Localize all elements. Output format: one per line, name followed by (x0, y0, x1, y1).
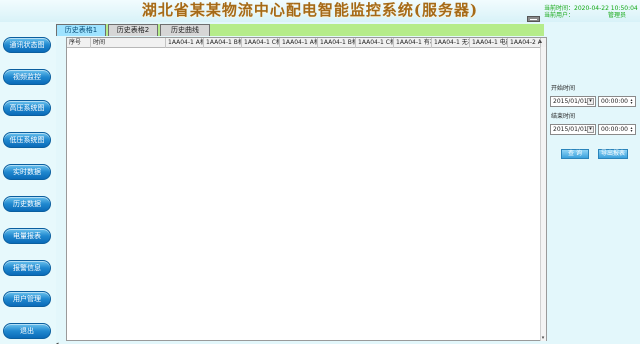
sidebar-item-realtime[interactable]: 实时数据 (3, 164, 51, 180)
sidebar-item-video[interactable]: 视频监控 (3, 69, 51, 85)
end-date-picker[interactable]: 2015/01/01 ▾ (550, 124, 596, 135)
filter-panel: 开始时间 2015/01/01 ▾ 00:00:00 ▴ ▾ 结束时间 2015/… (547, 37, 640, 344)
minimize-icon[interactable] (527, 16, 540, 22)
end-time-picker[interactable]: 00:00:00 ▴ ▾ (598, 124, 636, 135)
calendar-dropdown-icon[interactable]: ▾ (587, 98, 594, 105)
end-date-value: 2015/01/01 (553, 126, 588, 133)
tab-history-table-1[interactable]: 历史表格1 (56, 24, 106, 36)
calendar-dropdown-icon[interactable]: ▾ (587, 126, 594, 133)
column-header[interactable]: 1AA04-2 A相 (508, 38, 541, 48)
status-panel: 当前时间：2020-04-22 10:50:04 当前用户： 管理员 (544, 5, 640, 19)
column-header[interactable]: 1AA04-1 B相 (204, 38, 242, 48)
column-header-index[interactable]: 序号 (67, 38, 91, 48)
scroll-up-icon[interactable]: ▴ (539, 38, 545, 46)
current-user-label: 当前用户： (544, 12, 575, 19)
current-time-label: 当前时间： (544, 5, 575, 12)
start-date-value: 2015/01/01 (553, 98, 588, 105)
column-header[interactable]: 1AA04-1 A相 (280, 38, 318, 48)
sidebar-item-users[interactable]: 用户管理 (3, 291, 51, 307)
column-header[interactable]: 1AA04-1 无功 (432, 38, 470, 48)
end-time-value: 00:00:00 (601, 126, 628, 133)
column-header-time[interactable]: 时间 (91, 38, 166, 48)
history-table[interactable]: 序号 时间 1AA04-1 A相 1AA04-1 B相 1AA04-1 C相 1… (66, 37, 547, 341)
tab-bar: 历史表格1 历史表格2 历史曲线 (56, 24, 544, 36)
start-time-picker[interactable]: 00:00:00 ▴ ▾ (598, 96, 636, 107)
start-time-label: 开始时间 (551, 85, 576, 92)
sidebar-item-hv-diagram[interactable]: 高压系统图 (3, 100, 51, 116)
sidebar-item-energy-report[interactable]: 电量报表 (3, 228, 51, 244)
current-time: 当前时间：2020-04-22 10:50:04 (544, 5, 640, 12)
column-header[interactable]: 1AA04-1 C相 (242, 38, 280, 48)
column-header[interactable]: 1AA04-1 B相 (318, 38, 356, 48)
sidebar-item-comm-status[interactable]: 通讯状态图 (3, 37, 51, 53)
spinner-icon[interactable]: ▴ ▾ (629, 98, 634, 105)
sidebar: 通讯状态图 视频监控 高压系统图 低压系统图 实时数据 历史数据 电量报表 报警… (0, 22, 56, 344)
vertical-scrollbar[interactable] (540, 47, 546, 341)
scroll-down-icon[interactable]: ▾ (540, 335, 546, 341)
sidebar-item-alarms[interactable]: 报警信息 (3, 260, 51, 276)
tab-history-curve[interactable]: 历史曲线 (160, 24, 210, 36)
table-header: 序号 时间 1AA04-1 A相 1AA04-1 B相 1AA04-1 C相 1… (67, 38, 546, 48)
spinner-icon[interactable]: ▴ ▾ (629, 126, 634, 133)
header: 湖北省某某物流中心配电智能监控系统(服务器) 当前时间：2020-04-22 1… (0, 0, 640, 22)
start-date-picker[interactable]: 2015/01/01 ▾ (550, 96, 596, 107)
sidebar-item-history[interactable]: 历史数据 (3, 196, 51, 212)
sidebar-item-lv-diagram[interactable]: 低压系统图 (3, 132, 51, 148)
column-header[interactable]: 1AA04-1 C相 (356, 38, 394, 48)
start-time-value: 00:00:00 (601, 98, 628, 105)
page-title: 湖北省某某物流中心配电智能监控系统(服务器) (141, 1, 479, 19)
current-user-value: 管理员 (607, 12, 626, 19)
query-button[interactable]: 查 询 (561, 149, 589, 159)
sidebar-item-exit[interactable]: 退出 (3, 323, 51, 339)
current-time-value: 2020-04-22 10:50:04 (574, 5, 638, 12)
column-header[interactable]: 1AA04-1 有功 (394, 38, 432, 48)
end-time-label: 结束时间 (551, 113, 576, 120)
export-report-button[interactable]: 导出报表 (598, 149, 628, 159)
column-header[interactable]: 1AA04-1 A相 (166, 38, 204, 48)
current-user: 当前用户： 管理员 (544, 12, 640, 19)
column-header[interactable]: 1AA04-1 电能 (470, 38, 508, 48)
tab-history-table-2[interactable]: 历史表格2 (108, 24, 158, 36)
